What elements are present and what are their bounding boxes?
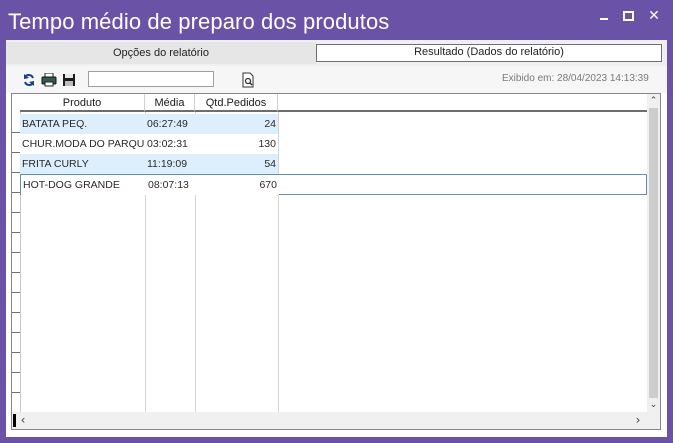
table-row-selected[interactable]: HOT-DOG GRANDE 08:07:13 670	[20, 174, 647, 195]
cell-media: 11:19:09	[145, 154, 195, 174]
title-bar[interactable]: Tempo médio de preparo dos produtos ✕	[0, 0, 673, 40]
column-header-produto[interactable]: Produto	[20, 94, 145, 112]
vertical-scroll-thumb[interactable]	[649, 108, 658, 398]
cell-produto: FRITA CURLY	[20, 154, 145, 174]
cell-qtd: 54	[195, 154, 278, 174]
cell-qtd: 24	[195, 114, 278, 134]
minimize-icon	[600, 18, 608, 20]
save-icon[interactable]	[61, 72, 77, 88]
table-row[interactable]: BATATA PEQ. 06:27:49 24	[20, 114, 647, 134]
print-icon[interactable]	[41, 72, 57, 88]
search-doc-icon[interactable]	[239, 72, 257, 88]
tab-strip: Opções do relatório Resultado (Dados do …	[6, 40, 667, 66]
indicator-tick	[12, 392, 20, 393]
indicator-tick	[12, 312, 20, 313]
scroll-down-icon[interactable]: ⌄	[647, 398, 660, 412]
cell-media: 06:27:49	[145, 114, 195, 134]
scroll-up-icon[interactable]: ⌃	[647, 94, 660, 108]
indicator-tick	[12, 192, 20, 193]
scrollbar-corner	[647, 412, 660, 429]
close-icon: ✕	[648, 8, 660, 24]
cell-produto: CHUR.MODA DO PARQUE	[20, 134, 145, 154]
maximize-button[interactable]	[618, 6, 638, 26]
cell-produto: BATATA PEQ.	[20, 114, 145, 134]
indicator-tick	[12, 272, 20, 273]
indicator-tick	[12, 152, 20, 153]
scroll-right-icon[interactable]: ›	[631, 412, 645, 429]
table-row[interactable]: CHUR.MODA DO PARQUE 03:02:31 130	[20, 134, 647, 154]
search-input[interactable]	[88, 71, 214, 87]
vertical-scrollbar[interactable]: ⌃ ⌄	[647, 94, 660, 412]
column-header-filler	[278, 94, 647, 112]
indicator-tick	[12, 212, 20, 213]
maximize-icon	[622, 11, 634, 21]
close-button[interactable]: ✕	[644, 6, 664, 26]
scroll-left-icon[interactable]: ‹	[16, 412, 30, 429]
indicator-tick	[12, 332, 20, 333]
indicator-tick	[12, 372, 20, 373]
tab-report-options[interactable]: Opções do relatório	[6, 42, 316, 64]
app-window: Tempo médio de preparo dos produtos ✕ Op…	[0, 0, 673, 443]
cell-media: 08:07:13	[146, 175, 196, 195]
indicator-tick	[12, 232, 20, 233]
indicator-tick	[12, 352, 20, 353]
refresh-icon[interactable]	[21, 72, 37, 88]
indicator-tick	[12, 132, 20, 133]
cell-qtd: 670	[196, 175, 279, 195]
column-header-qtd-pedidos[interactable]: Qtd.Pedidos	[195, 94, 278, 112]
results-grid[interactable]: Produto Média Qtd.Pedidos BATATA PEQ. 06…	[11, 93, 661, 430]
tab-report-result[interactable]: Resultado (Dados do relatório)	[316, 44, 662, 62]
indicator-tick	[12, 292, 20, 293]
cell-produto: HOT-DOG GRANDE	[21, 175, 146, 195]
toolbar: Exibido em: 28/04/2023 14:13:39	[6, 66, 667, 93]
cell-media: 03:02:31	[145, 134, 195, 154]
client-area: Opções do relatório Resultado (Dados do …	[6, 40, 667, 437]
window-title: Tempo médio de preparo dos produtos	[8, 9, 390, 34]
displayed-at-label: Exibido em: 28/04/2023 14:13:39	[502, 73, 649, 84]
cell-qtd: 130	[195, 134, 278, 154]
table-row[interactable]: FRITA CURLY 11:19:09 54	[20, 154, 647, 174]
column-header-media[interactable]: Média	[145, 94, 195, 112]
indicator-tick	[12, 252, 20, 253]
indicator-tick	[12, 172, 20, 173]
minimize-button[interactable]	[594, 6, 614, 26]
horizontal-scrollbar[interactable]: ‹ ›	[12, 412, 647, 429]
